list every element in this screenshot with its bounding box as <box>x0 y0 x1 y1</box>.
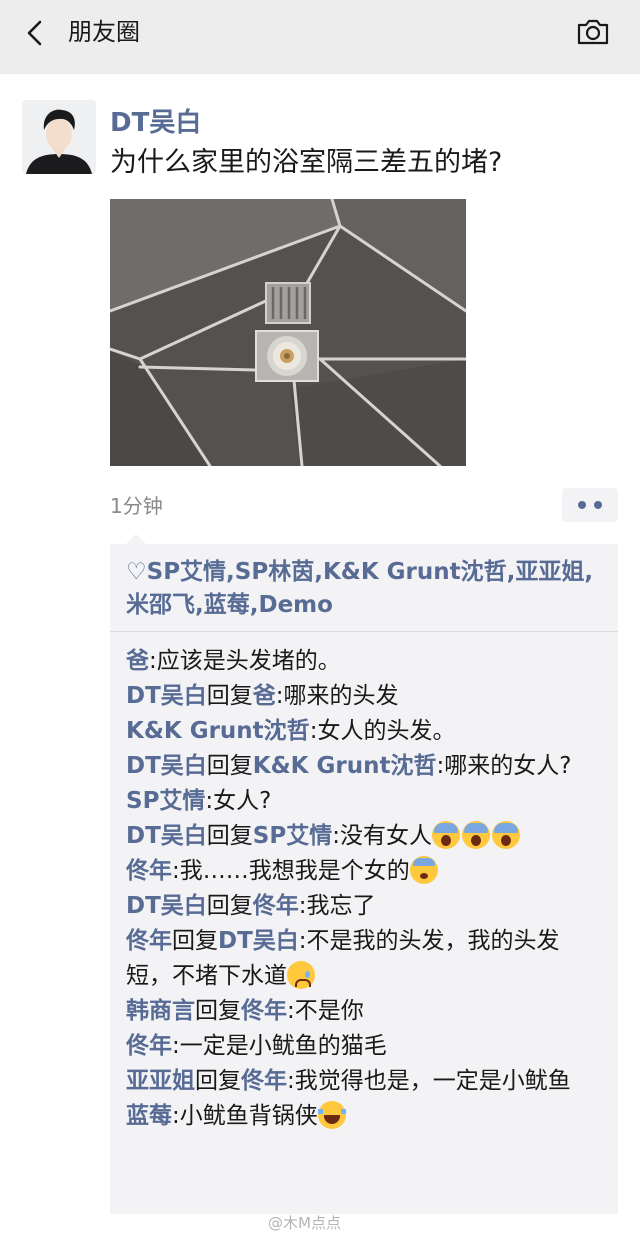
comment-author[interactable]: 蓝莓 <box>126 1103 172 1129</box>
camera-icon[interactable] <box>576 17 610 47</box>
comment-item[interactable]: K&K Grunt沈哲:女人的头发。 <box>126 714 604 749</box>
comment-author[interactable]: 佟年 <box>126 928 172 954</box>
reply-label: 回复 <box>206 823 253 849</box>
comment-text: 女人? <box>213 788 272 814</box>
comment-item[interactable]: 亚亚姐回复佟年:我觉得也是，一定是小鱿鱼 <box>126 1064 604 1099</box>
comment-item[interactable]: 蓝莓:小鱿鱼背锅侠 <box>126 1099 604 1134</box>
comment-author[interactable]: K&K Grunt沈哲 <box>126 718 310 744</box>
reply-target[interactable]: 爸 <box>253 683 276 709</box>
reply-label: 回复 <box>172 928 218 954</box>
comment-text: 一定是小鱿鱼的猫毛 <box>179 1033 387 1059</box>
post-image[interactable] <box>110 199 466 466</box>
page-title: 朋友圈 <box>68 18 140 46</box>
reply-label: 回复 <box>206 683 253 709</box>
scream-emoji-icon <box>431 821 460 849</box>
comment-author[interactable]: DT吴白 <box>126 683 207 709</box>
divider <box>110 631 618 632</box>
comment-author[interactable]: DT吴白 <box>126 823 207 849</box>
post-text: 为什么家里的浴室隔三差五的堵? <box>110 147 503 178</box>
reply-target[interactable]: K&K Grunt沈哲 <box>253 753 437 779</box>
comment-item[interactable]: DT吴白回复爸:哪来的头发 <box>126 679 604 714</box>
comment-author[interactable]: 佟年 <box>126 1033 172 1059</box>
chevron-left-icon[interactable] <box>22 18 52 48</box>
comment-text: 我觉得也是，一定是小鱿鱼 <box>294 1068 571 1094</box>
comment-text: 女人的头发。 <box>317 718 456 744</box>
comment-author[interactable]: 亚亚姐 <box>126 1068 195 1094</box>
comment-item[interactable]: DT吴白回复K&K Grunt沈哲:哪来的女人? <box>126 749 604 784</box>
likes-list: ♡SP艾情,SP林茵,K&K Grunt沈哲,亚亚姐,米邵飞,蓝莓,Demo <box>126 556 604 622</box>
comments-list: 爸:应该是头发堵的。 DT吴白回复爸:哪来的头发 K&K Grunt沈哲:女人的… <box>126 644 604 1134</box>
comment-author[interactable]: 韩商言 <box>126 998 195 1024</box>
tears-of-joy-emoji-icon <box>317 1101 346 1129</box>
reply-target[interactable]: DT吴白 <box>218 928 299 954</box>
top-nav-bar: 朋友圈 <box>0 0 640 74</box>
scream-emoji-icon <box>491 821 520 849</box>
comment-text: 没有女人 <box>339 823 432 849</box>
more-dots-icon[interactable] <box>562 488 618 522</box>
comment-item[interactable]: 佟年:一定是小鱿鱼的猫毛 <box>126 1029 604 1064</box>
comment-item[interactable]: SP艾情:女人? <box>126 784 604 819</box>
comment-item[interactable]: 韩商言回复佟年:不是你 <box>126 994 604 1029</box>
comment-text: 不是你 <box>294 998 364 1024</box>
comment-text: 我……我想我是个女的 <box>179 858 410 884</box>
reply-target[interactable]: 佟年 <box>241 998 287 1024</box>
post-author[interactable]: DT吴白 <box>110 106 201 140</box>
likes-names[interactable]: SP艾情,SP林茵,K&K Grunt沈哲,亚亚姐,米邵飞,蓝莓,Demo <box>126 559 593 618</box>
comment-author[interactable]: DT吴白 <box>126 753 207 779</box>
comment-box-arrow <box>126 534 146 544</box>
scream-emoji-icon <box>461 821 490 849</box>
comment-item[interactable]: DT吴白回复佟年:我忘了 <box>126 889 604 924</box>
avatar[interactable] <box>22 100 96 174</box>
comment-text: 小鱿鱼背锅侠 <box>179 1103 318 1129</box>
sad-sweat-emoji-icon <box>287 961 315 989</box>
watermark: @木M点点 <box>268 1214 341 1232</box>
reply-label: 回复 <box>206 753 253 779</box>
comment-text: 应该是头发堵的。 <box>156 648 341 674</box>
comment-author[interactable]: DT吴白 <box>126 893 207 919</box>
reply-label: 回复 <box>195 1068 241 1094</box>
reply-label: 回复 <box>195 998 241 1024</box>
reply-target[interactable]: 佟年 <box>253 893 299 919</box>
comment-item[interactable]: DT吴白回复SP艾情:没有女人 <box>126 819 604 854</box>
heart-outline-icon: ♡ <box>126 559 147 585</box>
comment-text: 哪来的女人? <box>444 753 572 779</box>
reply-target[interactable]: SP艾情 <box>253 823 332 849</box>
fearful-emoji-icon <box>409 856 438 884</box>
comment-text: 哪来的头发 <box>283 683 399 709</box>
comment-author[interactable]: SP艾情 <box>126 788 205 814</box>
comment-item[interactable]: 佟年回复DT吴白:不是我的头发，我的头发短，不堵下水道 <box>126 924 604 994</box>
comment-author[interactable]: 佟年 <box>126 858 172 884</box>
comment-item[interactable]: 爸:应该是头发堵的。 <box>126 644 604 679</box>
reply-label: 回复 <box>206 893 253 919</box>
post-time: 1分钟 <box>110 494 163 518</box>
comment-author[interactable]: 爸 <box>126 648 149 674</box>
comment-text: 我忘了 <box>306 893 376 919</box>
reply-target[interactable]: 佟年 <box>241 1068 287 1094</box>
comment-item[interactable]: 佟年:我……我想我是个女的 <box>126 854 604 889</box>
